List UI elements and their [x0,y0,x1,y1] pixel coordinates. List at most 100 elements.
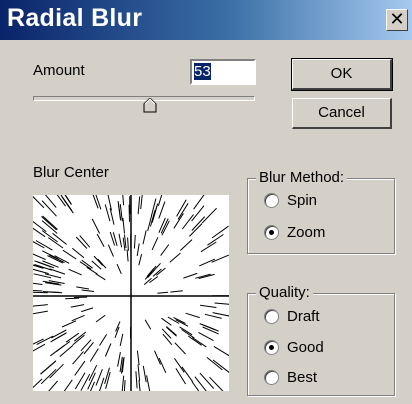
blur-streak [48,380,58,391]
blur-streak [137,196,141,215]
blur-streak [138,254,143,266]
blur-streak [181,366,194,383]
blur-streak [48,237,64,249]
blur-streak [117,352,121,367]
close-icon[interactable]: ✕ [386,9,408,31]
blur-streak [179,239,193,251]
zoom-radio-button[interactable] [264,224,279,240]
blur-streak [33,253,46,260]
blur-streak [214,302,229,305]
blur-streak [33,304,48,307]
blur-streak [201,207,217,224]
blur-streak [62,249,77,260]
amount-value: 53 [194,63,211,80]
blur-streak [33,282,43,285]
blur-streak [49,254,65,264]
blur-streak [71,247,85,259]
blur-streak [212,359,229,373]
amount-input[interactable]: 53 [190,59,256,85]
radio-spin[interactable]: Spin [264,189,317,211]
blur-streak [91,218,101,234]
blur-streak [199,258,216,267]
blur-streak [193,195,205,210]
blur-streak [95,273,106,281]
title-bar[interactable]: Radial Blur ✕ [0,0,412,40]
best-radio-button[interactable] [264,369,279,385]
spin-radio-button[interactable] [264,192,279,208]
blur-streak [157,195,163,206]
draft-radio-button[interactable] [264,308,279,324]
blur-streak [95,314,106,323]
radio-zoom[interactable]: Zoom [264,221,325,243]
blur-streak [70,304,85,308]
blur-streak [80,339,92,352]
blur-streak [52,232,68,245]
blur-center-label: Blur Center [33,164,109,181]
blur-streak [148,265,157,275]
blur-streak [49,363,64,379]
blur-streak [204,313,222,319]
blur-streak [81,307,94,313]
blur-streak [127,237,129,251]
blur-streak [160,244,170,256]
blur-streak [107,195,112,211]
cancel-button[interactable]: Cancel [292,98,392,129]
blur-streak [142,230,147,245]
radio-draft[interactable]: Draft [264,305,320,327]
blur-streak [212,312,229,317]
radio-best[interactable]: Best [264,366,317,388]
blur-streak [34,264,52,271]
blur-streak [33,343,46,352]
blur-streak [76,286,90,290]
blur-streak [123,380,126,391]
blur-streak [187,335,202,346]
blur-streak [33,378,43,389]
blur-center-preview[interactable] [33,195,229,391]
blur-streak [72,351,84,365]
blur-streak [107,244,114,257]
blur-streak [96,233,105,248]
blur-streak [198,331,214,342]
blur-streak [189,223,203,237]
blur-streak [89,348,99,362]
blur-streak [122,195,125,206]
blur-streak [140,195,143,210]
blur-streak [119,333,124,347]
radio-good[interactable]: Good [264,336,324,358]
spin-label: Spin [287,191,318,209]
amount-slider-thumb[interactable] [143,98,157,113]
blur-streak [173,213,184,229]
blur-streak [42,250,59,260]
blur-streak [170,290,183,293]
blur-streak [118,233,123,248]
blur-streak [182,214,194,230]
blur-streak [33,241,45,249]
ok-button[interactable]: OK [291,58,393,91]
blur-streak [126,249,129,262]
blur-streak [33,289,43,292]
blur-streak [174,342,186,355]
blur-streak [200,304,217,308]
blur-streak [33,268,49,275]
blur-streak [136,243,140,256]
blur-streak [183,272,198,279]
blur-streak [33,310,48,315]
blur-streak [104,204,111,222]
blur-streak [151,237,159,251]
blur-streak [104,343,112,357]
blur-streak [73,331,87,342]
blur-streak [161,317,172,326]
blur-streak [133,234,136,249]
blur-streak [209,376,224,391]
blur-method-legend: Blur Method: [256,169,348,187]
blur-streak [61,320,77,328]
blur-streak [68,268,82,276]
blur-streak [56,195,67,207]
good-label: Good [287,338,324,356]
blur-streak [36,335,54,346]
blur-streak [162,333,173,346]
blur-streak [157,291,169,294]
good-radio-button[interactable] [264,339,279,355]
blur-streak [65,297,80,300]
blur-streak [135,371,138,389]
